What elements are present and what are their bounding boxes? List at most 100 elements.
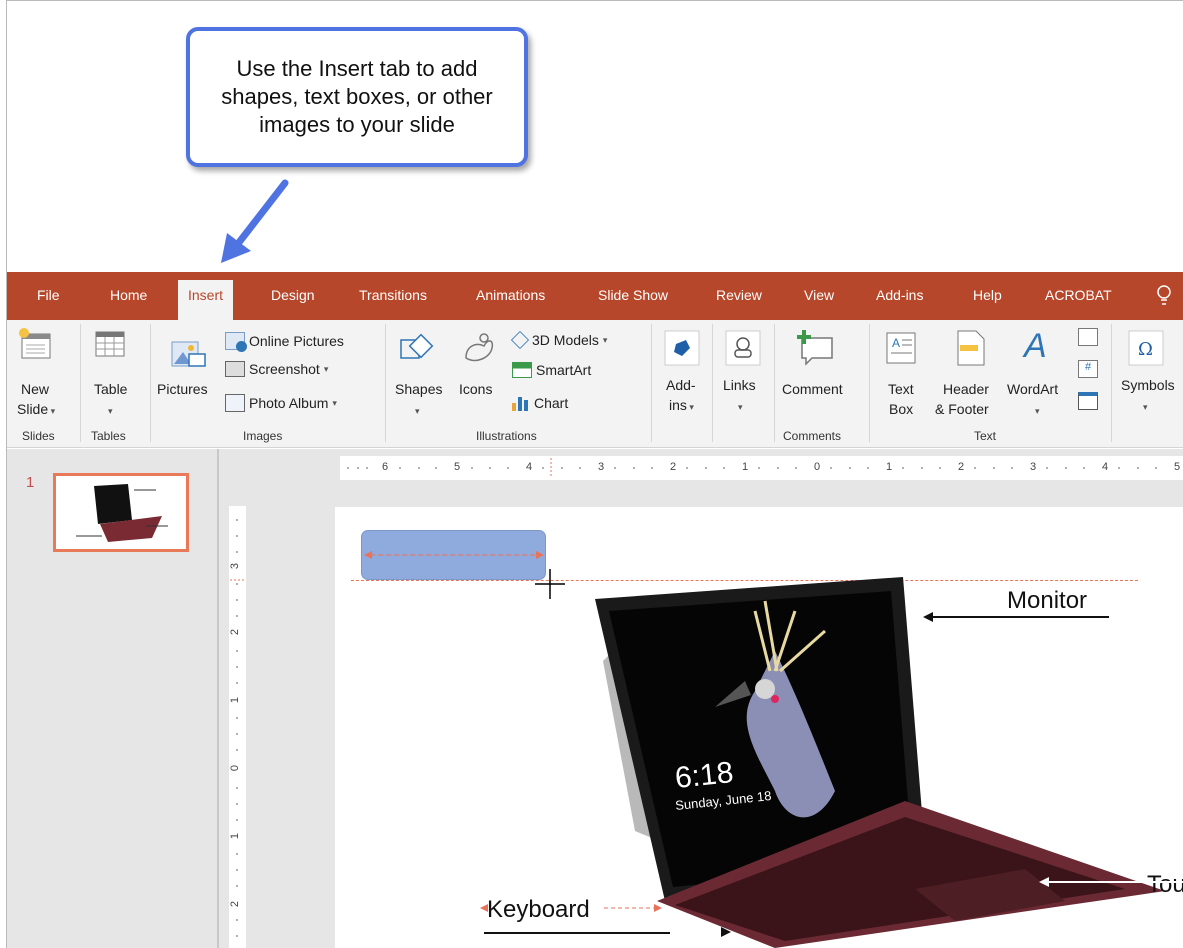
group-label-images: Images <box>243 429 283 443</box>
slide-canvas[interactable]: 6:18 Sunday, June 18 Monitor Keyboard To… <box>335 507 1183 948</box>
add-ins-label-2: ins ▾ <box>669 397 694 413</box>
group-label-illustrations: Illustrations <box>476 429 537 443</box>
omega-icon: Ω <box>1128 330 1164 366</box>
pictures-label: Pictures <box>157 381 208 397</box>
icons-icon <box>465 333 494 362</box>
screenshot-button[interactable]: Screenshot ▾ <box>225 361 328 377</box>
group-label-comments: Comments <box>783 429 842 443</box>
ruler-number: 2 <box>670 461 677 473</box>
slide-number-button[interactable]: # <box>1078 360 1098 378</box>
chart-icon <box>512 395 530 411</box>
group-label-tables: Tables <box>91 429 126 443</box>
tab-help[interactable]: Help <box>973 287 1002 303</box>
shapes-label: Shapes <box>395 381 443 397</box>
pictures-icon <box>171 341 206 367</box>
links-icon <box>725 330 761 366</box>
3d-models-button[interactable]: 3D Models ▾ <box>510 330 607 350</box>
surface-device-image[interactable] <box>565 571 1183 948</box>
text-box-icon: A <box>886 332 916 364</box>
screenshot-label: Screenshot <box>249 361 320 377</box>
table-dropdown-icon: ▾ <box>108 406 113 416</box>
date-time-button[interactable] <box>1078 328 1098 346</box>
crosshair-cursor-icon <box>535 569 565 599</box>
tab-view[interactable]: View <box>804 287 834 303</box>
keyboard-arrows-icon <box>480 904 670 934</box>
shapes-icon <box>400 333 434 359</box>
object-button[interactable] <box>1078 392 1098 410</box>
group-separator <box>80 324 81 442</box>
callout-text: Use the Insert tab to add shapes, text b… <box>221 56 493 137</box>
slide-number: 1 <box>26 474 35 491</box>
tab-slide-show[interactable]: Slide Show <box>598 287 668 303</box>
keyboard-arrowhead-icon <box>721 927 731 937</box>
tab-file[interactable]: File <box>37 287 60 303</box>
ribbon-insert-panel: New Slide ▾ Slides Table ▾ Tables Pictur… <box>7 320 1183 448</box>
smartart-label: SmartArt <box>536 362 592 378</box>
monitor-arrow-icon <box>923 612 1109 622</box>
icons-label: Icons <box>459 381 493 397</box>
new-slide-icon <box>19 328 51 359</box>
tab-insert[interactable]: Insert <box>178 280 234 320</box>
comment-label: Comment <box>782 381 843 397</box>
ruler-ticks <box>230 519 245 937</box>
smartart-icon <box>512 362 532 378</box>
photo-album-icon <box>225 394 245 412</box>
rectangle-shape[interactable] <box>361 530 546 580</box>
online-pictures-button[interactable]: Online Pictures <box>225 332 344 352</box>
group-separator <box>651 324 652 442</box>
tab-design[interactable]: Design <box>271 287 315 303</box>
screenshot-icon <box>225 361 245 377</box>
ribbon-tab-bar: File Home Insert Design Transitions Anim… <box>7 272 1183 320</box>
table-icon <box>95 331 125 357</box>
shapes-dropdown-icon: ▾ <box>415 406 420 416</box>
tab-acrobat[interactable]: ACROBAT <box>1045 287 1112 303</box>
3d-models-label: 3D Models <box>532 332 599 348</box>
wordart-icon: A <box>1024 327 1047 365</box>
tab-review[interactable]: Review <box>716 287 762 303</box>
horizontal-ruler: 6 5 4 3 2 1 0 1 2 3 4 5 <box>340 456 1183 480</box>
ruler-number: 2 <box>958 461 965 473</box>
ruler-number: 0 <box>229 764 242 772</box>
ruler-number: 4 <box>526 461 533 473</box>
online-pictures-label: Online Pictures <box>249 333 344 349</box>
wordart-dropdown-icon: ▾ <box>1035 406 1040 416</box>
wordart-label: WordArt <box>1007 381 1059 397</box>
group-separator <box>1111 324 1112 442</box>
group-separator <box>869 324 870 442</box>
svg-text:A: A <box>892 336 900 350</box>
tab-transitions[interactable]: Transitions <box>359 287 427 303</box>
photo-album-button[interactable]: Photo Album ▾ <box>225 394 337 412</box>
ruler-number: 1 <box>229 832 242 840</box>
group-separator <box>774 324 775 442</box>
tab-home[interactable]: Home <box>110 287 147 303</box>
ruler-number: 1 <box>742 461 749 473</box>
header-footer-label-1: Header <box>943 381 989 397</box>
slide-thumbnail[interactable] <box>53 473 189 552</box>
vertical-ruler: 3 2 1 0 1 2 <box>229 506 246 948</box>
links-dropdown-icon: ▾ <box>738 402 743 412</box>
cube-icon <box>510 330 530 350</box>
table-label: Table <box>94 381 128 397</box>
ruler-number: 6 <box>382 461 389 473</box>
ruler-number: 2 <box>229 900 242 908</box>
comment-icon <box>797 330 833 366</box>
header-footer-icon <box>957 330 985 366</box>
shape-width-guide <box>364 551 544 559</box>
svg-text:Ω: Ω <box>1138 339 1153 360</box>
ruler-number: 5 <box>454 461 461 473</box>
online-pictures-icon <box>225 332 247 352</box>
chart-button[interactable]: Chart <box>512 395 568 411</box>
ruler-number: 4 <box>1102 461 1109 473</box>
thumbnail-preview <box>76 484 168 542</box>
lightbulb-icon[interactable] <box>1155 284 1173 308</box>
callout-arrow-icon <box>221 179 289 263</box>
touchpad-arrow-icon <box>1039 877 1183 887</box>
instruction-callout: Use the Insert tab to add shapes, text b… <box>186 27 528 167</box>
text-box-label-1: Text <box>888 381 914 397</box>
group-label-text: Text <box>974 429 997 443</box>
tab-animations[interactable]: Animations <box>476 287 545 303</box>
ruler-number: 2 <box>229 628 242 636</box>
smartart-button[interactable]: SmartArt <box>512 362 591 378</box>
ruler-number: 1 <box>229 696 242 704</box>
tab-add-ins[interactable]: Add-ins <box>876 287 923 303</box>
